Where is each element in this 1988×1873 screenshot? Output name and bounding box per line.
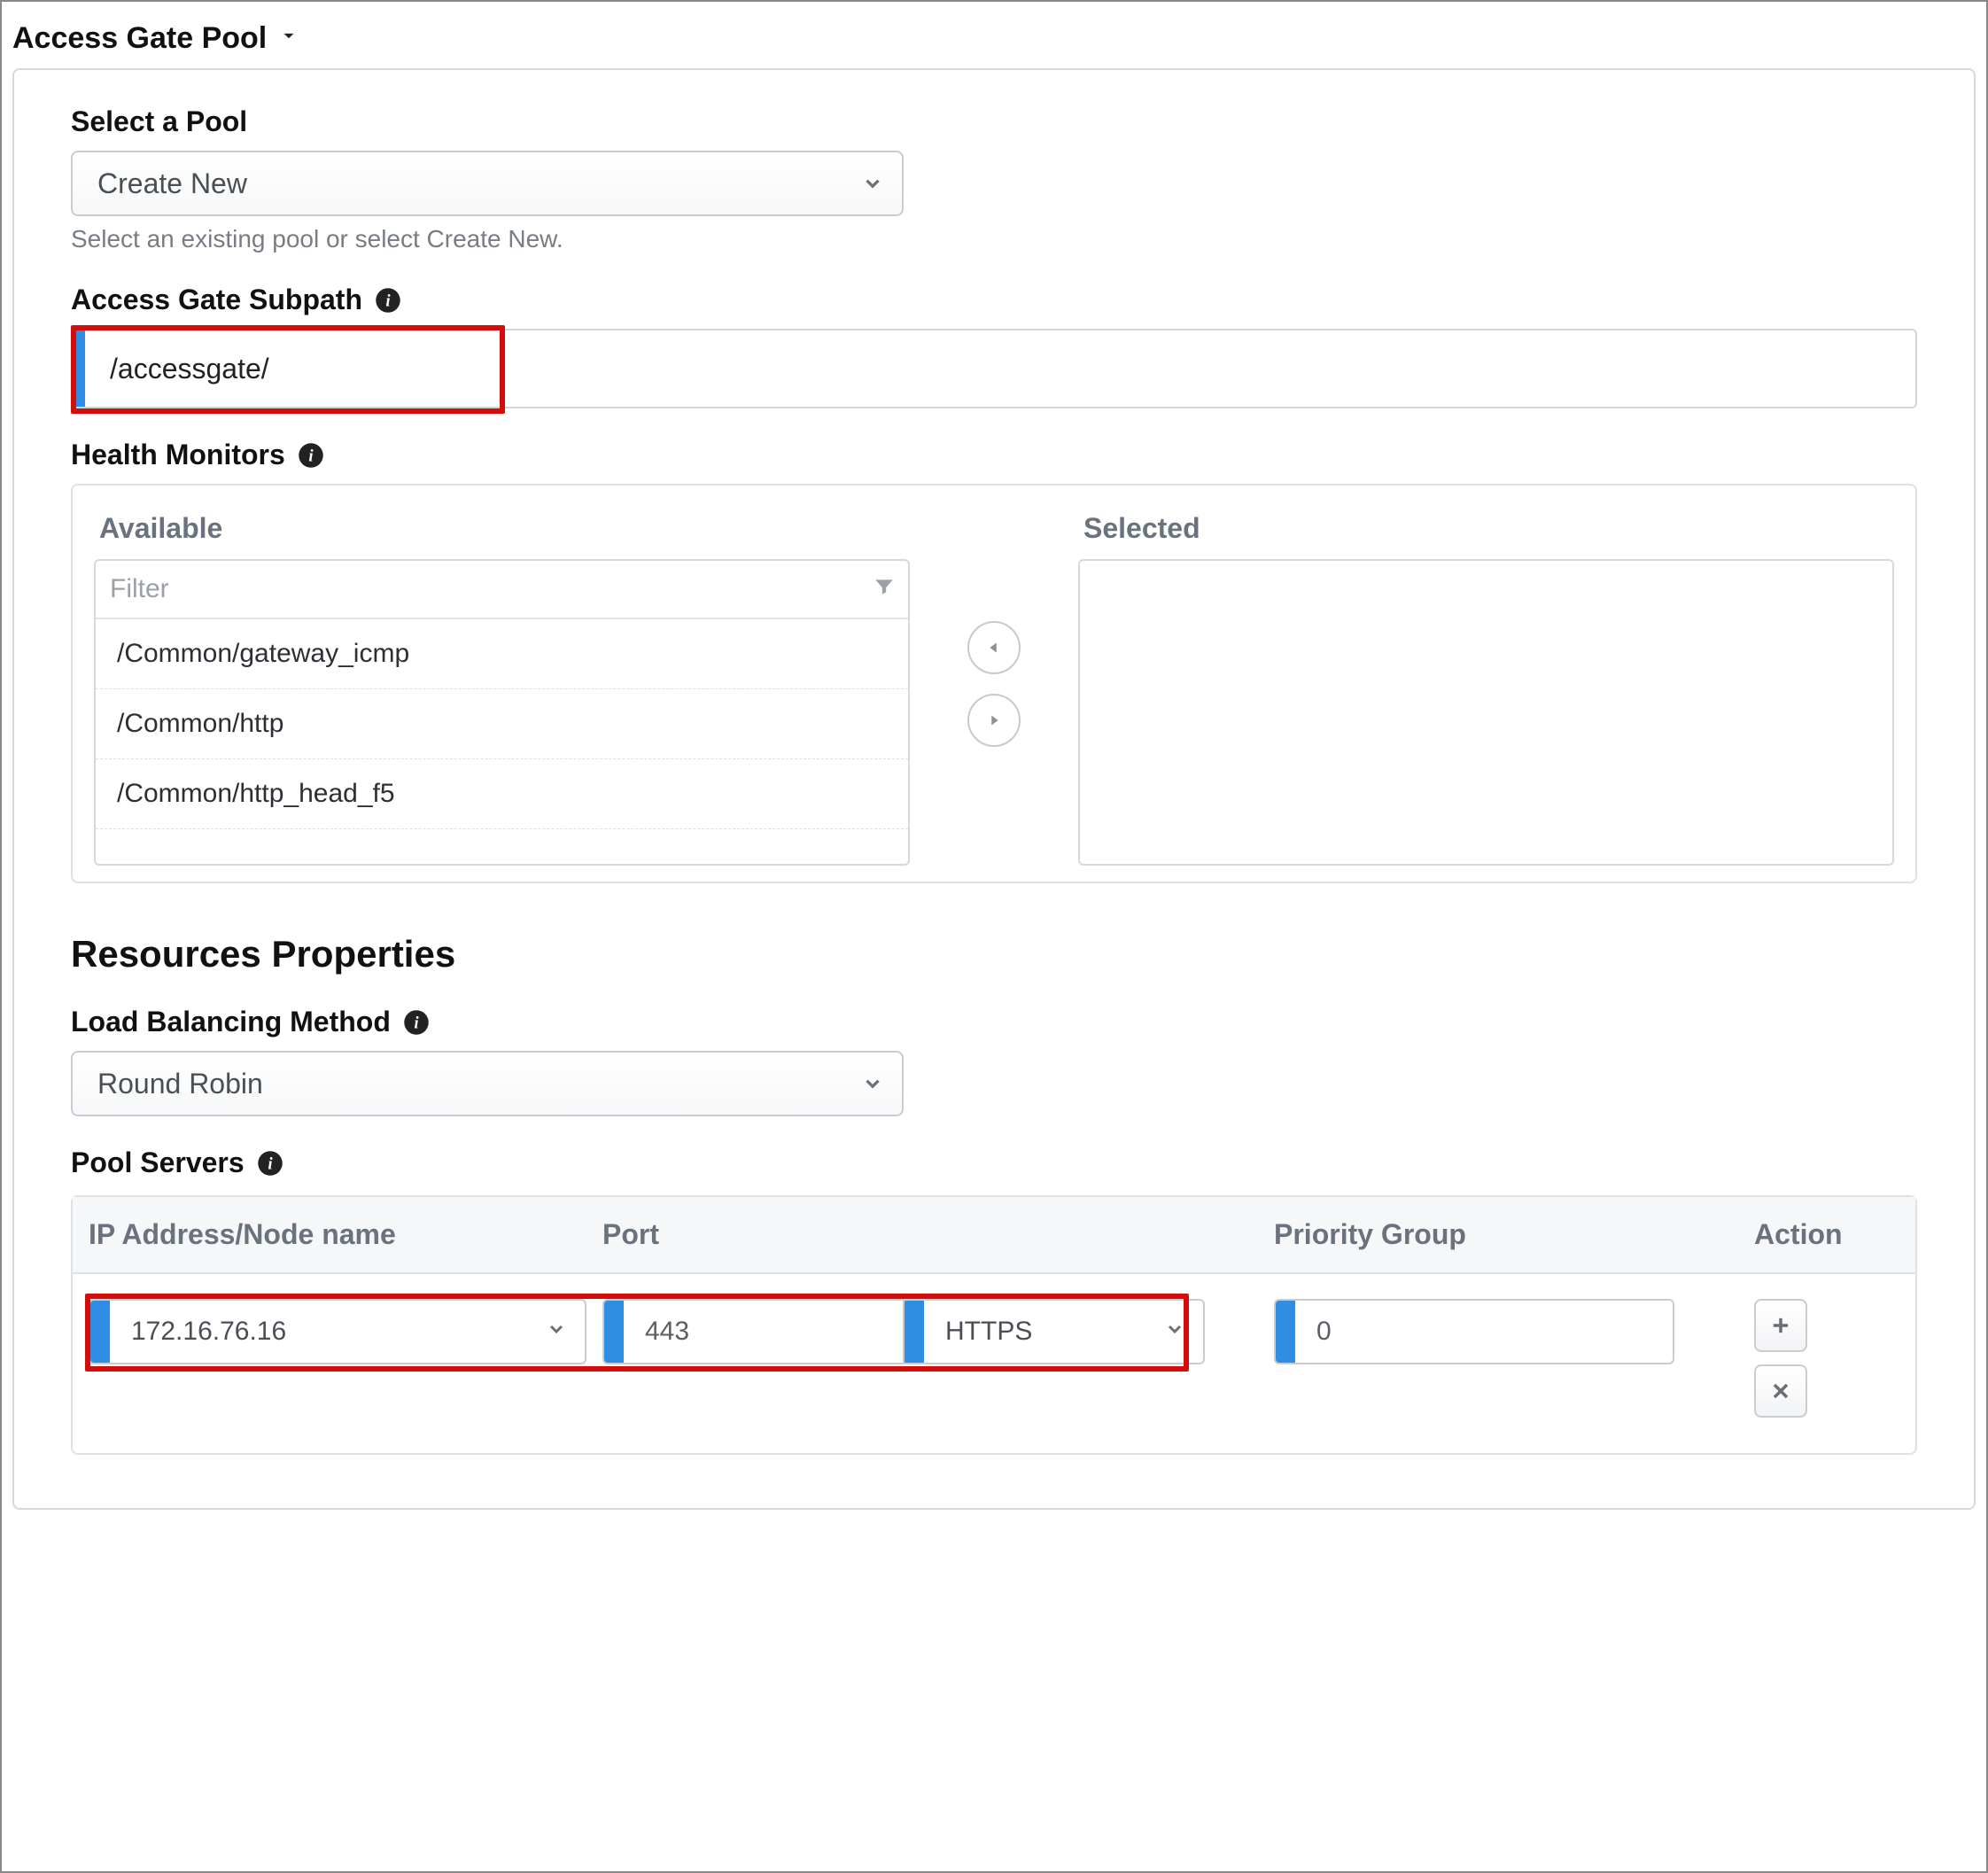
selected-box[interactable] [1078,559,1894,866]
svg-text:i: i [268,1154,273,1173]
select-pool-dropdown[interactable]: Create New [71,151,904,216]
chevron-down-icon [528,1317,585,1346]
panel-body: Select a Pool Create New Select an exist… [12,68,1976,1510]
available-filter-input[interactable] [108,573,873,605]
ip-node-select[interactable]: 172.16.76.16 [89,1299,586,1364]
port-input-container [602,1299,903,1364]
available-box: /Common/gateway_icmp /Common/http /Commo… [94,559,910,866]
list-item[interactable]: /Common/http [96,689,908,759]
chevron-down-icon [861,1072,884,1095]
subpath-label-text: Access Gate Subpath [71,284,362,316]
required-indicator [1274,1301,1295,1363]
lb-method-dropdown[interactable]: Round Robin [71,1051,904,1116]
select-pool-label: Select a Pool [71,105,1917,138]
health-monitors-label-text: Health Monitors [71,439,285,471]
health-monitors-label: Health Monitors i [71,439,1917,471]
priority-input-container [1274,1299,1674,1364]
select-pool-helper: Select an existing pool or select Create… [71,225,1917,253]
lb-method-label: Load Balancing Method i [71,1006,1917,1038]
subpath-input-container [71,329,1917,408]
select-pool-value: Create New [97,167,247,200]
health-monitors-dual-list: Available /Common/gateway_icmp /Common/h… [71,484,1917,883]
subpath-input[interactable] [85,330,1915,407]
table-row: 172.16.76.16 HTTPS [73,1274,1915,1453]
selected-column: Selected [1078,501,1894,866]
available-list[interactable]: /Common/gateway_icmp /Common/http /Commo… [96,619,908,864]
transfer-buttons [910,501,1078,866]
add-row-button[interactable] [1754,1299,1807,1352]
lb-method-label-text: Load Balancing Method [71,1006,391,1038]
port-input[interactable] [625,1317,903,1347]
required-indicator [73,330,85,407]
required-indicator [903,1301,924,1363]
lb-method-value: Round Robin [97,1068,263,1100]
filter-icon[interactable] [873,575,896,604]
list-item[interactable]: /Common/gateway_icmp [96,619,908,689]
pool-servers-label: Pool Servers i [71,1146,1917,1179]
subpath-label: Access Gate Subpath i [71,284,1917,316]
table-header: IP Address/Node name Port Priority Group… [73,1197,1915,1274]
select-pool-label-text: Select a Pool [71,105,247,138]
move-right-button[interactable] [967,694,1021,747]
svg-text:i: i [414,1014,419,1032]
protocol-value: HTTPS [926,1317,1146,1347]
available-title: Available [99,512,910,545]
info-icon[interactable]: i [257,1150,283,1177]
caret-down-icon [277,24,300,53]
access-gate-pool-panel: Access Gate Pool Select a Pool Create Ne… [0,0,1988,1873]
pool-servers-table: IP Address/Node name Port Priority Group… [71,1195,1917,1455]
available-column: Available /Common/gateway_icmp /Common/h… [94,501,910,866]
chevron-down-icon [861,172,884,195]
section-header[interactable]: Access Gate Pool [12,21,1976,56]
svg-text:i: i [385,291,391,310]
available-filter [96,561,908,619]
info-icon[interactable]: i [298,442,324,469]
priority-input[interactable] [1297,1317,1674,1347]
ip-value: 172.16.76.16 [112,1317,528,1347]
protocol-select[interactable]: HTTPS [903,1299,1205,1364]
remove-row-button[interactable] [1754,1364,1807,1418]
section-title-text: Access Gate Pool [12,21,267,56]
pool-servers-label-text: Pool Servers [71,1146,245,1179]
required-indicator [602,1301,624,1363]
col-priority: Priority Group [1205,1218,1674,1251]
col-port: Port [602,1218,1205,1251]
info-icon[interactable]: i [403,1009,430,1036]
list-item[interactable]: /Common/http_head_f5 [96,759,908,829]
resources-heading: Resources Properties [71,933,1917,975]
svg-text:i: i [308,447,314,465]
col-ip: IP Address/Node name [89,1218,602,1251]
chevron-down-icon [1146,1317,1203,1346]
required-indicator [89,1301,110,1363]
selected-title: Selected [1083,512,1894,545]
col-action: Action [1674,1218,1899,1251]
info-icon[interactable]: i [375,287,401,314]
move-left-button[interactable] [967,621,1021,674]
